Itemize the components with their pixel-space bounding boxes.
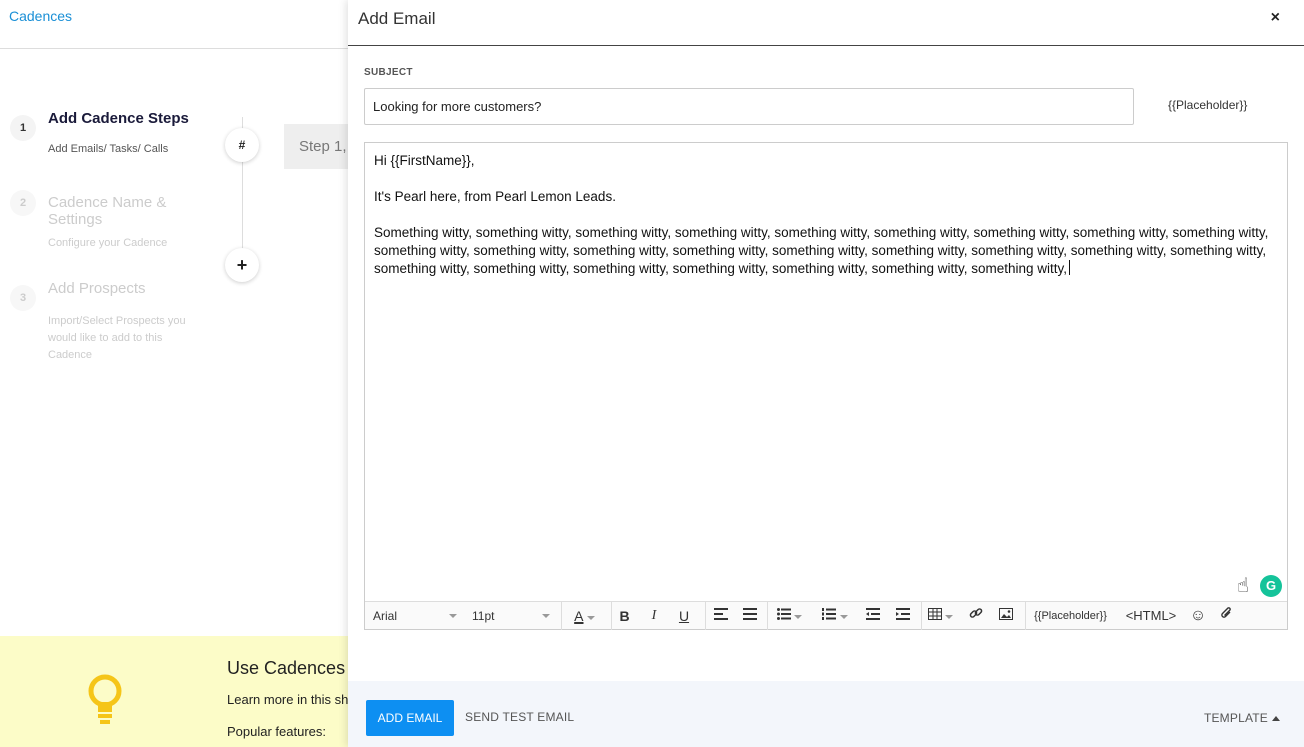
panel-title: Add Email <box>358 9 436 28</box>
subject-input[interactable] <box>364 88 1134 125</box>
step-title: Cadence Name & Settings <box>48 194 167 228</box>
hash-icon: # <box>225 128 259 162</box>
font-family-select[interactable]: Arial <box>373 602 461 630</box>
chevron-down-icon <box>945 614 954 619</box>
template-button[interactable]: TEMPLATE <box>1204 711 1280 725</box>
bold-button[interactable]: B <box>611 602 637 630</box>
link-button[interactable] <box>961 602 991 630</box>
email-editor: Hi {{FirstName}}, It's Pearl here, from … <box>364 142 1288 630</box>
align-left-button[interactable] <box>705 602 735 630</box>
step-title: Add Cadence Steps <box>48 110 189 127</box>
step-title: Add Prospects <box>48 280 146 297</box>
step-number: 3 <box>10 285 36 311</box>
banner-title: Use Cadences t <box>227 658 356 678</box>
font-size-select[interactable]: 11pt <box>472 602 554 630</box>
table-button[interactable] <box>921 602 959 630</box>
attachment-button[interactable] <box>1213 602 1241 630</box>
add-email-panel: Add Email × SUBJECT {{Placeholder}} Hi {… <box>348 0 1304 747</box>
image-button[interactable] <box>991 602 1021 630</box>
html-button[interactable]: <HTML> <box>1119 602 1183 630</box>
step-number: 1 <box>10 115 36 141</box>
banner-popular-text: Popular features: <box>227 724 327 739</box>
add-step-button[interactable]: + <box>225 248 259 282</box>
numbered-list-button[interactable] <box>813 602 857 630</box>
placeholder-insert-button[interactable]: {{Placeholder}} <box>1025 602 1115 630</box>
font-family-value: Arial <box>373 609 398 623</box>
emoji-icon[interactable]: ☺ <box>1185 602 1211 630</box>
banner-learn-text: Learn more in this sh <box>227 692 349 707</box>
editor-toolbar: Arial 11pt A B I U {{Placeholder}} <HTML… <box>365 601 1287 630</box>
chevron-down-icon <box>542 614 550 618</box>
bullet-list-button[interactable] <box>767 602 811 630</box>
step-subtitle: Import/Select Prospects you would like t… <box>48 315 186 361</box>
body-paragraph: Something witty, something witty, someth… <box>374 225 1269 276</box>
close-icon[interactable]: × <box>1271 9 1280 27</box>
chevron-down-icon <box>794 614 803 619</box>
indent-icon <box>896 608 910 620</box>
subject-label: SUBJECT <box>364 67 413 78</box>
body-intro: It's Pearl here, from Pearl Lemon Leads. <box>374 189 616 204</box>
step-subtitle: Add Emails/ Tasks/ Calls <box>48 143 169 155</box>
table-icon <box>927 608 942 620</box>
panel-header: Add Email × <box>348 0 1304 46</box>
send-test-email-button[interactable]: SEND TEST EMAIL <box>465 710 574 724</box>
outdent-icon <box>866 608 880 620</box>
step-number: 2 <box>10 190 36 216</box>
page-header: Cadences <box>0 0 348 49</box>
italic-button[interactable]: I <box>641 602 667 630</box>
text-caret <box>1069 260 1071 275</box>
font-color-icon: A <box>574 608 584 624</box>
outdent-button[interactable] <box>858 602 888 630</box>
lightbulb-icon <box>88 674 122 724</box>
step-card[interactable]: Step 1, <box>284 124 354 169</box>
template-label: TEMPLATE <box>1203 711 1268 725</box>
numbered-list-icon <box>822 608 837 620</box>
grammarly-icon[interactable]: G <box>1260 575 1282 597</box>
step-subtitle: Configure your Cadence <box>48 237 168 249</box>
add-email-button[interactable]: ADD EMAIL <box>366 700 454 736</box>
image-icon <box>999 608 1013 620</box>
font-color-button[interactable]: A <box>561 602 607 630</box>
align-left-icon <box>713 608 728 620</box>
chevron-down-icon <box>449 614 457 618</box>
indent-button[interactable] <box>888 602 918 630</box>
bullet-list-icon <box>776 608 791 620</box>
chevron-down-icon <box>586 615 595 620</box>
body-greeting: Hi {{FirstName}}, <box>374 153 475 168</box>
email-body[interactable]: Hi {{FirstName}}, It's Pearl here, from … <box>365 143 1287 601</box>
chevron-down-icon <box>839 614 848 619</box>
breadcrumb-cadences[interactable]: Cadences <box>9 8 72 24</box>
align-justify-button[interactable] <box>735 602 765 630</box>
link-icon <box>969 608 983 618</box>
paperclip-icon <box>1221 607 1231 618</box>
align-justify-icon <box>743 608 757 620</box>
panel-footer: ADD EMAIL SEND TEST EMAIL TEMPLATE <box>348 681 1304 747</box>
placeholder-link[interactable]: {{Placeholder}} <box>1168 98 1247 112</box>
font-size-value: 11pt <box>472 609 495 623</box>
tips-banner: Use Cadences t Learn more in this sh Pop… <box>0 636 355 747</box>
caret-up-icon <box>1272 716 1280 722</box>
underline-button[interactable]: U <box>671 602 697 630</box>
pointer-hand-icon: ☝ <box>1236 575 1249 597</box>
